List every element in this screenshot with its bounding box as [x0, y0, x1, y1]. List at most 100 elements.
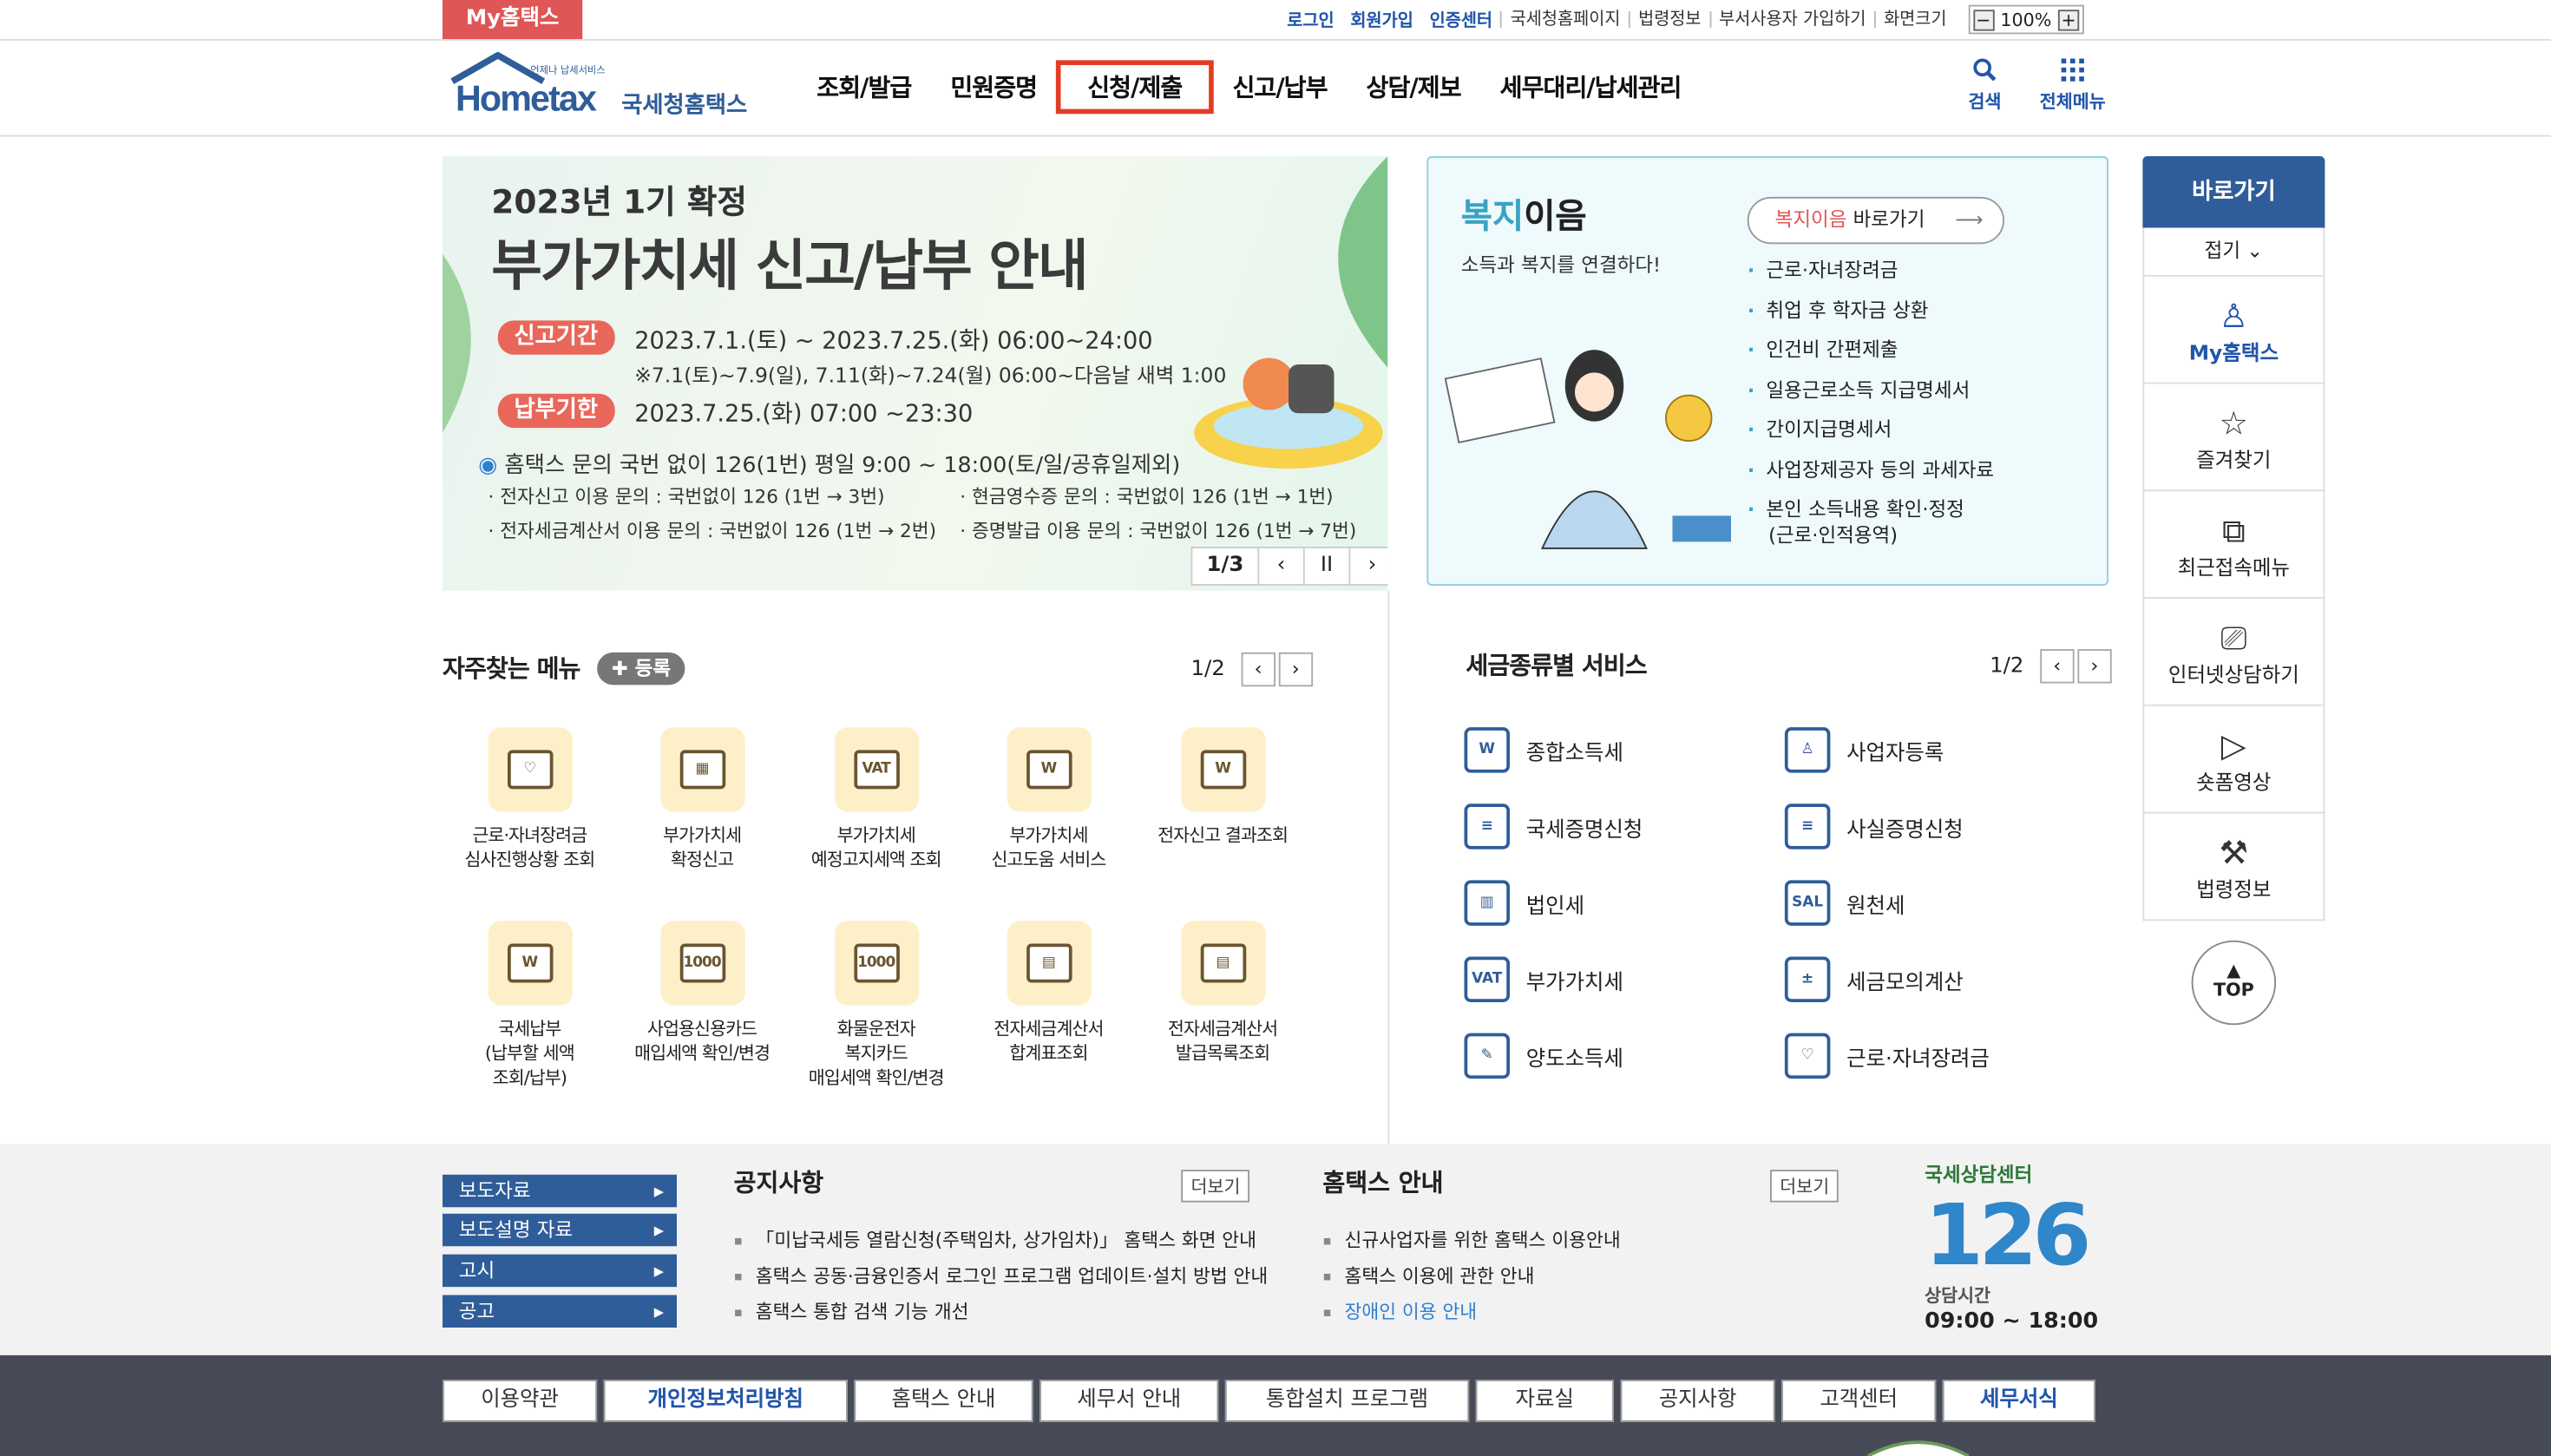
- tax-service-item[interactable]: ≡ 국세증명신청: [1464, 803, 1643, 849]
- footer-privacy-link[interactable]: 개인정보처리방침: [603, 1380, 848, 1422]
- frequent-menu-item[interactable]: ▦ 부가가치세 확정신고: [615, 727, 790, 872]
- consult-center-126[interactable]: 국세상담센터 126 상담시간 09:00 ~ 18:00: [1925, 1160, 2103, 1339]
- side-law-info[interactable]: ⚒ 법령정보: [2142, 813, 2325, 921]
- banner-pager: 1/3 ‹ II ›: [1190, 547, 1388, 586]
- tax-service-icon: W: [1464, 727, 1510, 773]
- vat-banner[interactable]: 2023년 1기 확정 부가가치세 신고/납부 안내 신고기간 2023.7.1…: [443, 156, 1388, 591]
- law-info-link[interactable]: 법령정보: [1628, 11, 1709, 28]
- welfare-item[interactable]: 본인 소득내용 확인·정정(근로·인적용역): [1748, 489, 1994, 548]
- frequent-menu-add-button[interactable]: ✚ 등록: [597, 652, 685, 685]
- banner-sub-1: · 전자신고 이용 문의 : 국번없이 126 (1번 → 3번): [488, 484, 885, 508]
- frequent-menu-item[interactable]: 1000 화물운전자 복지카드 매입세액 확인/변경: [789, 921, 963, 1090]
- notification-button[interactable]: 고시: [443, 1254, 677, 1288]
- dept-user-signup-link[interactable]: 부서사용자 가입하기: [1708, 11, 1874, 28]
- banner-prev-button[interactable]: ‹: [1257, 548, 1303, 585]
- banner-inquiry-text: ◉ 홈택스 문의 국번 없이 126(1번) 평일 9:00 ~ 18:00(토…: [478, 452, 1181, 479]
- guide-item[interactable]: 장애인 이용 안내: [1322, 1295, 1620, 1330]
- tax-service-item[interactable]: W 종합소득세: [1464, 727, 1623, 773]
- banner-title-2: 부가가치세 신고/납부 안내: [491, 234, 1088, 299]
- tax-service-item[interactable]: ± 세금모의계산: [1784, 956, 1964, 1002]
- tax-service-prev-button[interactable]: ‹: [2040, 649, 2075, 684]
- side-recent-menu[interactable]: ⧉ 최근접속메뉴: [2142, 491, 2325, 599]
- scroll-top-button[interactable]: ▲ TOP: [2191, 940, 2277, 1026]
- welfare-item[interactable]: 취업 후 학자금 상환: [1748, 291, 1994, 331]
- footer-notice-link[interactable]: 공지사항: [1620, 1380, 1775, 1422]
- frequent-menu-item[interactable]: 1000 사업용신용카드 매입세액 확인/변경: [615, 921, 790, 1066]
- tax-service-item[interactable]: ♙ 사업자등록: [1784, 727, 1944, 773]
- welfare-shortcut-button[interactable]: 복지이음 바로가기 ⟶: [1747, 196, 2004, 245]
- footer-archive-link[interactable]: 자료실: [1475, 1380, 1614, 1422]
- side-my-hometax[interactable]: ♙ My홈택스: [2142, 276, 2325, 384]
- footer-tax-forms-link[interactable]: 세무서식: [1942, 1380, 2095, 1422]
- guide-item[interactable]: 신규사업자를 위한 홈택스 이용안내: [1322, 1223, 1621, 1259]
- announcement-button[interactable]: 공고: [443, 1295, 677, 1328]
- guide-more-button[interactable]: 더보기: [1770, 1170, 1839, 1203]
- all-menu-button[interactable]: 전체메뉴: [2032, 57, 2114, 115]
- footer-tax-office-link[interactable]: 세무서 안내: [1039, 1380, 1219, 1422]
- play-icon: ▷: [2220, 725, 2246, 765]
- banner-next-button[interactable]: ›: [1348, 548, 1387, 585]
- notice-item[interactable]: 「미납국세등 열람신청(주택임차, 상가임차)」 홈택스 화면 안내: [734, 1223, 1269, 1259]
- login-link[interactable]: 로그인: [1287, 7, 1334, 31]
- tax-service-pager: 1/2 ‹ ›: [1990, 649, 2112, 684]
- tax-service-next-button[interactable]: ›: [2077, 649, 2112, 684]
- notice-item[interactable]: 홈택스 공동·금융인증서 로그인 프로그램 업데이트·설치 방법 안내: [734, 1259, 1268, 1295]
- banner-page-indicator: 1/3: [1206, 553, 1244, 578]
- banner-title-1: 2023년 1기 확정: [491, 182, 747, 221]
- welfare-item[interactable]: 인건비 간편제출: [1748, 331, 1994, 371]
- press-explanation-button[interactable]: 보도설명 자료: [443, 1213, 677, 1247]
- frequent-menu-label: 전자세금계산서: [994, 1018, 1104, 1040]
- side-short-video[interactable]: ▷ 숏폼영상: [2142, 705, 2325, 814]
- quick-links-fold-button[interactable]: 접기 ⌄: [2142, 227, 2325, 277]
- star-icon: ☆: [2219, 403, 2249, 443]
- footer-install-program-link[interactable]: 통합설치 프로그램: [1224, 1380, 1470, 1422]
- welfare-item[interactable]: 사업장제공자 등의 과세자료: [1748, 449, 1994, 489]
- footer-terms-link[interactable]: 이용약관: [443, 1380, 598, 1422]
- press-release-button[interactable]: 보도자료: [443, 1174, 677, 1208]
- frequent-menu-item[interactable]: ▤ 전자세금계산서 발급목록조회: [1136, 921, 1310, 1066]
- footer-customer-center-link[interactable]: 고객센터: [1781, 1380, 1937, 1422]
- nav-inquiry-issue[interactable]: 조회/발급: [797, 60, 931, 114]
- frequent-menu-item[interactable]: W 부가가치세 신고도움 서비스: [961, 727, 1136, 872]
- frequent-menu-icon: W: [487, 921, 573, 1006]
- banner-pause-button[interactable]: II: [1302, 548, 1349, 585]
- search-button[interactable]: 검색: [1944, 57, 2026, 115]
- frequent-menu-item[interactable]: ♡ 근로·자녀장려금 심사진행상황 조회: [443, 727, 617, 872]
- signup-link[interactable]: 회원가입: [1350, 7, 1413, 31]
- tax-service-item[interactable]: ✎ 양도소득세: [1464, 1033, 1623, 1079]
- notice-more-button[interactable]: 더보기: [1181, 1170, 1250, 1203]
- side-favorites[interactable]: ☆ 즐겨찾기: [2142, 384, 2325, 492]
- logo-small-text: 언제나 납세서비스: [530, 65, 606, 77]
- notice-item[interactable]: 홈택스 통합 검색 기능 개선: [734, 1295, 1269, 1330]
- nav-report-pay[interactable]: 신고/납부: [1213, 60, 1347, 114]
- tax-service-item[interactable]: SAL 원천세: [1784, 880, 1905, 926]
- frequent-menu-item[interactable]: W 국세납부 (납부할 세액 조회/납부): [443, 921, 617, 1090]
- nav-consult-report[interactable]: 상담/제보: [1347, 60, 1480, 114]
- side-online-consult[interactable]: ⎚ 인터넷상담하기: [2142, 599, 2325, 706]
- nav-tax-agent[interactable]: 세무대리/납세관리: [1480, 60, 1701, 114]
- frequent-menu-item[interactable]: VAT 부가가치세 예정고지세액 조회: [789, 727, 963, 872]
- frequent-menu-next-button[interactable]: ›: [1278, 652, 1313, 687]
- welfare-item[interactable]: 간이지급명세서: [1748, 410, 1994, 450]
- tax-service-item[interactable]: ≡ 사실증명신청: [1784, 803, 1964, 849]
- frequent-menu-icon: VAT: [833, 727, 919, 812]
- frequent-menu-item[interactable]: ▤ 전자세금계산서 합계표조회: [961, 921, 1136, 1066]
- frequent-menu-prev-button[interactable]: ‹: [1241, 652, 1276, 687]
- nav-civil-certificate[interactable]: 민원증명: [931, 60, 1057, 114]
- nts-homepage-link[interactable]: 국세청홈페이지: [1500, 11, 1628, 28]
- tax-service-item[interactable]: VAT 부가가치세: [1464, 956, 1623, 1002]
- hometax-logo[interactable]: 언제나 납세서비스 Hometax 국세청홈택스: [443, 52, 768, 124]
- welfare-item[interactable]: 근로·자녀장려금: [1748, 251, 1994, 291]
- filing-period-note: ※7.1(토)~7.9(일), 7.11(화)~7.24(월) 06:00~다음…: [634, 363, 1227, 388]
- tax-service-item[interactable]: ♡ 근로·자녀장려금: [1784, 1033, 1990, 1079]
- zoom-in-button[interactable]: +: [2057, 9, 2080, 30]
- tax-service-item[interactable]: ▥ 법인세: [1464, 880, 1584, 926]
- footer-hometax-guide-link[interactable]: 홈택스 안내: [854, 1380, 1033, 1422]
- nav-apply-submit[interactable]: 신청/제출: [1056, 60, 1213, 115]
- my-hometax-button[interactable]: My홈택스: [443, 0, 583, 39]
- cert-center-link[interactable]: 인증센터: [1430, 7, 1492, 31]
- zoom-out-button[interactable]: −: [1972, 9, 1994, 30]
- guide-item[interactable]: 홈택스 이용에 관한 안내: [1322, 1259, 1620, 1295]
- frequent-menu-item[interactable]: W 전자신고 결과조회: [1136, 727, 1310, 848]
- welfare-item[interactable]: 일용근로소득 지급명세서: [1748, 371, 1994, 410]
